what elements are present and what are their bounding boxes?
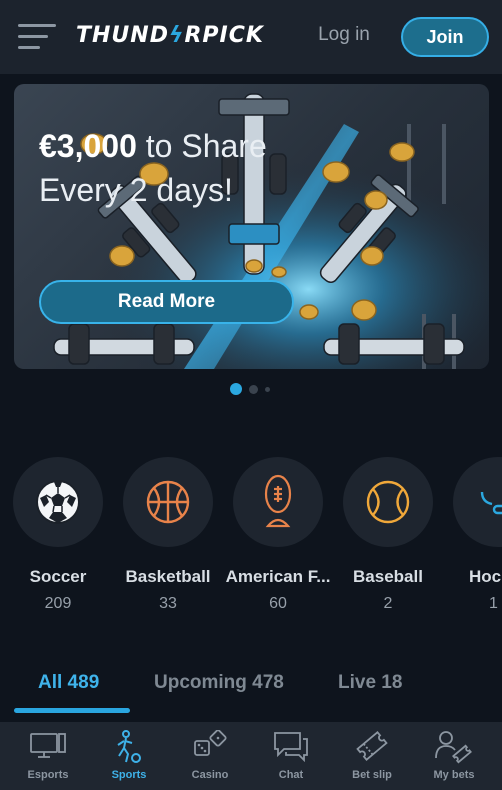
nav-bet-slip[interactable]: Bet slip xyxy=(331,722,413,790)
sport-name: Baseball xyxy=(353,567,423,586)
sport-name: American F... xyxy=(225,567,331,586)
event-filter-tabs: All 489 Upcoming 478 Live 18 xyxy=(0,660,502,720)
chat-icon xyxy=(274,732,308,762)
top-header: THUNDϟRPICK Log in Join xyxy=(0,0,502,74)
american-football-icon xyxy=(264,474,292,528)
sport-count: 2 xyxy=(383,595,393,612)
sport-name: Hoc xyxy=(469,567,502,586)
nav-label: Esports xyxy=(27,769,69,781)
sport-item-baseball[interactable]: Baseball 2 xyxy=(335,455,441,613)
monitor-icon xyxy=(30,733,66,758)
nav-my-bets[interactable]: My bets xyxy=(413,722,495,790)
baseball-icon xyxy=(366,480,410,524)
ticket-icon xyxy=(356,731,388,761)
prize-amount: €3,000 xyxy=(39,128,137,164)
sports-player-icon xyxy=(117,730,141,763)
carousel-dot-2[interactable] xyxy=(249,384,258,394)
tab-live[interactable]: Live 18 xyxy=(338,672,402,694)
thunderpick-logo[interactable]: THUNDϟRPICK xyxy=(76,23,264,48)
sport-item-basketball[interactable]: Basketball 33 xyxy=(115,455,221,613)
nav-label: Casino xyxy=(191,769,229,781)
carousel-dots xyxy=(230,383,270,395)
nav-sports[interactable]: Sports xyxy=(88,722,170,790)
dice-icon xyxy=(194,730,227,756)
nav-esports[interactable]: Esports xyxy=(7,722,89,790)
user-ticket-icon xyxy=(435,731,472,764)
bottom-navigation: Esports Sports Casino Chat Bet slip My b… xyxy=(0,722,502,790)
tab-all[interactable]: All 489 xyxy=(38,672,99,694)
basketball-icon xyxy=(146,480,190,524)
nav-label: Sports xyxy=(111,769,147,781)
logo-text-left: THUND xyxy=(76,23,169,48)
nav-chat[interactable]: Chat xyxy=(250,722,332,790)
banner-title-line1: €3,000 to Share xyxy=(39,124,267,168)
nav-label: My bets xyxy=(433,769,475,781)
sport-item-hockey[interactable]: Hoc 1 xyxy=(445,455,502,613)
active-tab-indicator xyxy=(14,708,130,713)
carousel-dot-3[interactable] xyxy=(265,386,270,392)
logo-text-right: RPICK xyxy=(184,23,264,48)
sport-item-american-football[interactable]: American F... 60 xyxy=(225,455,331,613)
sport-count: 1 xyxy=(489,595,498,612)
promo-banner[interactable]: €3,000 to Share Every 2 days! Read More xyxy=(14,84,489,369)
hockey-icon xyxy=(480,491,502,515)
tab-upcoming[interactable]: Upcoming 478 xyxy=(154,672,284,694)
sport-item-soccer[interactable]: Soccer 209 xyxy=(5,455,111,613)
sport-count: 33 xyxy=(159,595,177,612)
nav-label: Chat xyxy=(278,769,304,781)
menu-icon[interactable] xyxy=(18,22,56,52)
sport-name: Basketball xyxy=(125,567,211,586)
join-button[interactable]: Join xyxy=(401,17,489,57)
banner-title: €3,000 to Share Every 2 days! xyxy=(39,124,267,212)
sport-count: 209 xyxy=(44,595,72,612)
nav-label: Bet slip xyxy=(352,769,392,781)
sports-carousel[interactable]: Soccer 209 Basketball 33 American F... 6… xyxy=(0,455,502,615)
login-link[interactable]: Log in xyxy=(312,24,376,46)
banner-title-line2: Every 2 days! xyxy=(39,172,233,208)
logo-bolt: ϟ xyxy=(168,23,185,48)
banner-title-rest: to Share xyxy=(136,128,267,164)
sport-name: Soccer xyxy=(29,567,87,586)
soccer-ball-icon xyxy=(36,480,80,524)
nav-casino[interactable]: Casino xyxy=(169,722,251,790)
carousel-dot-1[interactable] xyxy=(230,383,242,395)
read-more-button[interactable]: Read More xyxy=(39,280,294,324)
sport-count: 60 xyxy=(269,595,287,612)
